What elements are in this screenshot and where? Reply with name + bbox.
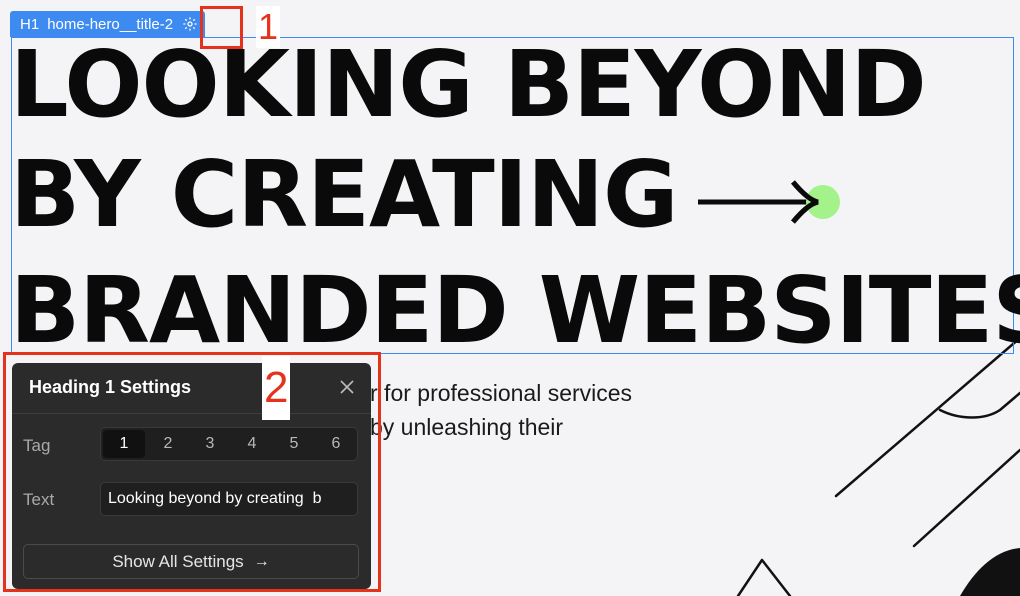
hero-title-line-1: LOOKING BEYOND (10, 31, 927, 138)
hero-title[interactable]: LOOKING BEYOND BY CREATING BRANDED WEBSI… (10, 30, 1020, 366)
hero-title-line-2: BY CREATING (10, 140, 1020, 256)
annotation-box-2 (3, 352, 381, 592)
arrow-icon (688, 146, 848, 256)
annotation-box-1 (200, 6, 243, 49)
hero-title-line-3: BRANDED WEBSITES (10, 256, 1020, 364)
hero-subtitle: r for professional services by unleashin… (370, 376, 700, 444)
annotation-marker-1: 1 (256, 6, 281, 48)
hero-subtitle-line-1: r for professional services (370, 380, 633, 406)
hero-title-line-2-text: BY CREATING (10, 141, 678, 248)
hero-subtitle-line-2: by unleashing their (370, 414, 564, 440)
annotation-marker-2: 2 (262, 356, 291, 420)
